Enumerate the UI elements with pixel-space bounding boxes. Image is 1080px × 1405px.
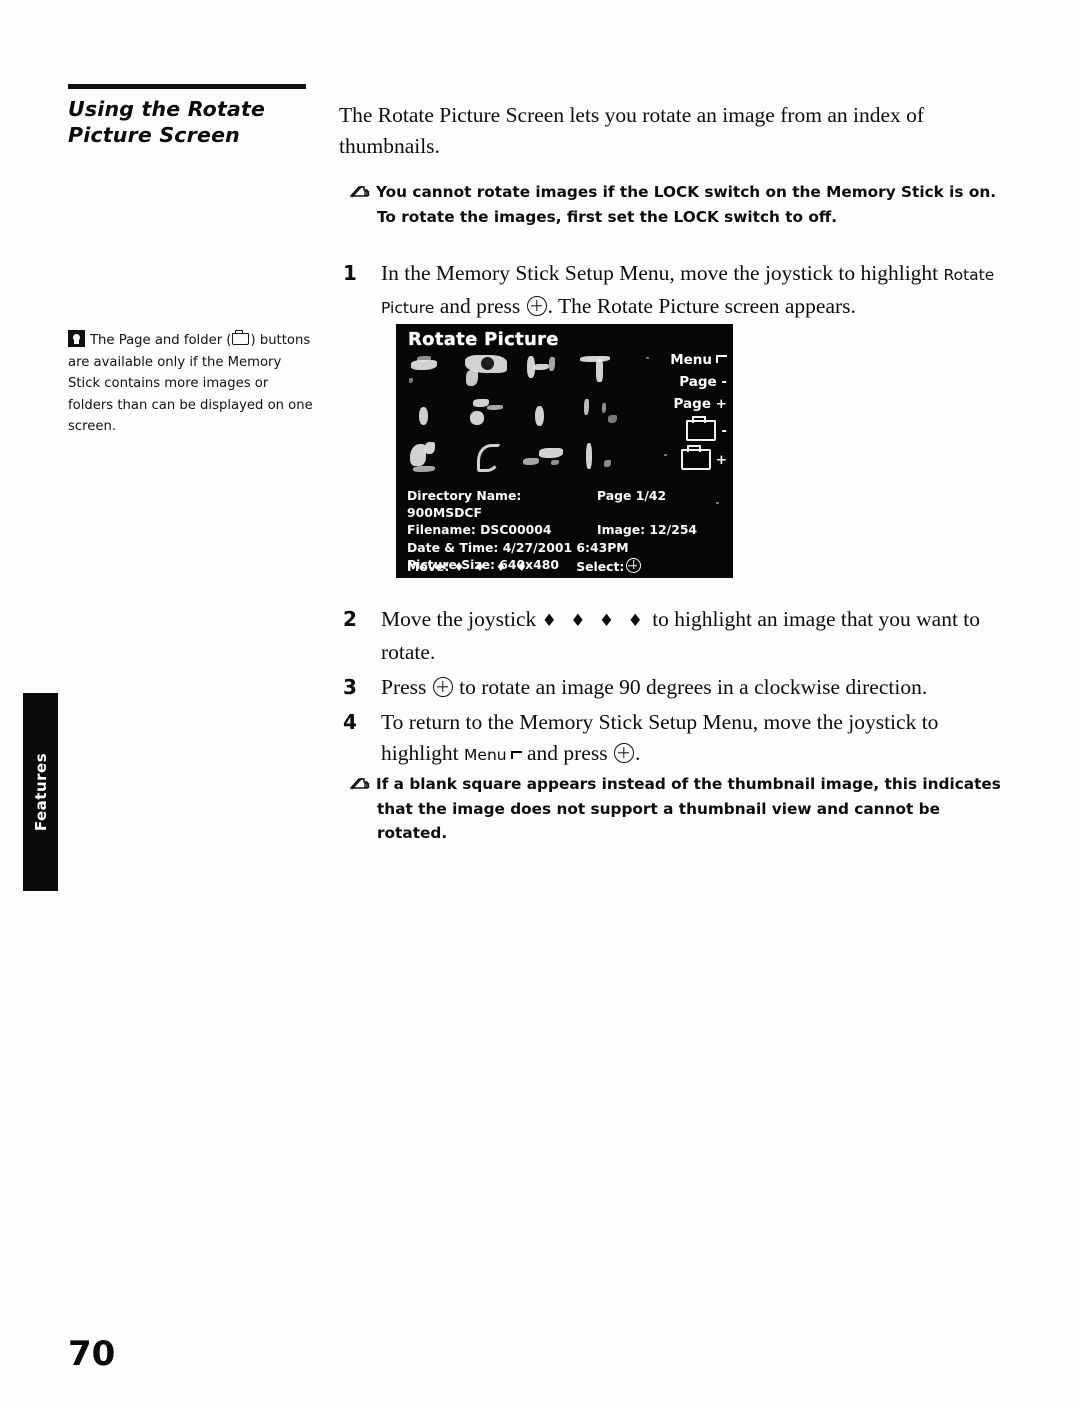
- tip-text-rest: buttons are available only if the Memory…: [68, 333, 313, 434]
- thumbnail-cell[interactable]: [407, 397, 461, 438]
- tv-screen-illustration: Rotate Picture Menu Page - Page + - + Di…: [396, 324, 733, 578]
- joystick-direction-arrows: ♦ ♦ ♦ ♦: [541, 611, 647, 631]
- select-joystick-icon: [626, 558, 642, 573]
- footer-move-label: Move:: [407, 558, 450, 574]
- thumbnail-grid: [407, 354, 628, 481]
- footer-select-label: Select:: [576, 559, 625, 574]
- tv-button-page-plus[interactable]: Page +: [631, 396, 727, 412]
- note-blank-square: If a blank square appears instead of the…: [350, 772, 1005, 846]
- joystick-press-icon: [526, 296, 547, 316]
- folder-minus-label: -: [721, 422, 727, 439]
- thumbnail-cell[interactable]: [518, 440, 573, 481]
- folder-icon: [686, 416, 717, 441]
- tv-screen-title: Rotate Picture: [408, 329, 559, 350]
- document-page: Using the Rotate Picture Screen The Page…: [0, 0, 1080, 1405]
- footer-move-group: Move: ♦ ♦ ♦ ♦: [407, 559, 530, 574]
- return-arrow-icon: [509, 751, 522, 760]
- section-rule: [68, 84, 306, 89]
- page-number: 70: [68, 1334, 116, 1374]
- info-page: Page 1/42: [597, 488, 667, 503]
- sidebar-tip-note: The Page and folder () buttons are avail…: [68, 330, 316, 438]
- info-datetime: Date & Time: 4/27/2001 6:43PM: [407, 539, 629, 555]
- return-arrow-icon: [714, 355, 727, 364]
- chapter-tab-label: Features: [31, 752, 50, 832]
- note-lock-switch: You cannot rotate images if the LOCK swi…: [350, 180, 1005, 229]
- tv-screen-buttons: Menu Page - Page + - +: [631, 352, 727, 476]
- tv-button-folder-plus[interactable]: +: [631, 445, 727, 470]
- thumbnail-cell[interactable]: [462, 397, 517, 438]
- thumbnail-cell[interactable]: [574, 440, 628, 481]
- chapter-thumb-tab: Features: [23, 693, 58, 891]
- thumbnail-cell[interactable]: [407, 440, 461, 481]
- step-text-part-2: and press: [521, 741, 613, 765]
- procedure-steps-2-4: 2 Move the joystick ♦ ♦ ♦ ♦ to highlight …: [339, 604, 1007, 775]
- step-text-part-3: . The Rotate Picture screen appears.: [547, 294, 856, 318]
- tv-button-page-minus[interactable]: Page -: [631, 374, 727, 390]
- tv-button-menu[interactable]: Menu: [631, 352, 727, 368]
- procedure-step-3: 3 Press to rotate an image 90 degrees in …: [339, 672, 1007, 703]
- step-number: 2: [343, 607, 357, 631]
- step-text-part-1: Press: [381, 675, 432, 699]
- info-filename: Filename: DSC00004: [407, 522, 552, 538]
- step-text-part-1: Move the joystick: [381, 607, 542, 631]
- step-number: 4: [343, 710, 357, 734]
- folder-plus-label: +: [715, 451, 727, 468]
- thumbnail-cell[interactable]: [574, 354, 628, 395]
- joystick-press-icon: [613, 743, 634, 763]
- note-hand-icon: [350, 777, 370, 791]
- folder-icon: [232, 330, 250, 345]
- footer-select-group: Select:: [576, 558, 642, 574]
- tv-screen-footer: Move: ♦ ♦ ♦ ♦ Select:: [407, 558, 642, 574]
- step-number: 3: [343, 675, 357, 699]
- step-text-part-3: .: [634, 741, 641, 765]
- step-number: 1: [343, 261, 357, 285]
- joystick-press-icon: [432, 677, 453, 697]
- note-lock-text: You cannot rotate images if the LOCK swi…: [376, 183, 997, 226]
- footer-move-arrows: ♦ ♦ ♦ ♦: [453, 559, 531, 574]
- thumbnail-cell[interactable]: [574, 397, 628, 438]
- thumbnail-cell[interactable]: [462, 354, 517, 395]
- procedure-step-2: 2 Move the joystick ♦ ♦ ♦ ♦ to highlight …: [339, 604, 1007, 668]
- step-text-part-1: In the Memory Stick Setup Menu, move the…: [381, 261, 944, 285]
- tip-text-before-folder: The Page and folder (: [90, 333, 232, 348]
- thumbnail-cell[interactable]: [462, 440, 517, 481]
- step-text-part-2: and press: [434, 294, 526, 318]
- info-directory-name: Directory Name: 900MSDCF: [407, 488, 522, 521]
- thumbnail-cell[interactable]: [518, 397, 573, 438]
- page-title: Using the Rotate Picture Screen: [68, 96, 318, 148]
- thumbnail-cell[interactable]: [407, 354, 461, 395]
- section-title-line-1: Using the Rotate: [68, 97, 266, 121]
- procedure-step-4: 4 To return to the Memory Stick Setup Men…: [339, 707, 1007, 771]
- tip-text-after-folder: ): [250, 333, 256, 348]
- tv-button-folder-minus[interactable]: -: [631, 416, 727, 441]
- procedure-step-1: 1 In the Memory Stick Setup Menu, move th…: [339, 258, 1007, 328]
- ui-menu-item-menu: Menu: [464, 746, 507, 764]
- info-image-index: Image: 12/254: [597, 522, 698, 538]
- thumbnail-cell[interactable]: [518, 354, 573, 395]
- note-hand-icon: [350, 185, 370, 199]
- folder-icon: [680, 445, 711, 470]
- step-text-part-2: to rotate an image 90 degrees in a clock…: [453, 675, 928, 699]
- note-blank-square-text: If a blank square appears instead of the…: [376, 775, 1001, 842]
- lightbulb-icon: [68, 330, 85, 347]
- section-title-line-2: Picture Screen: [68, 123, 240, 147]
- intro-paragraph: The Rotate Picture Screen lets you rotat…: [339, 103, 925, 158]
